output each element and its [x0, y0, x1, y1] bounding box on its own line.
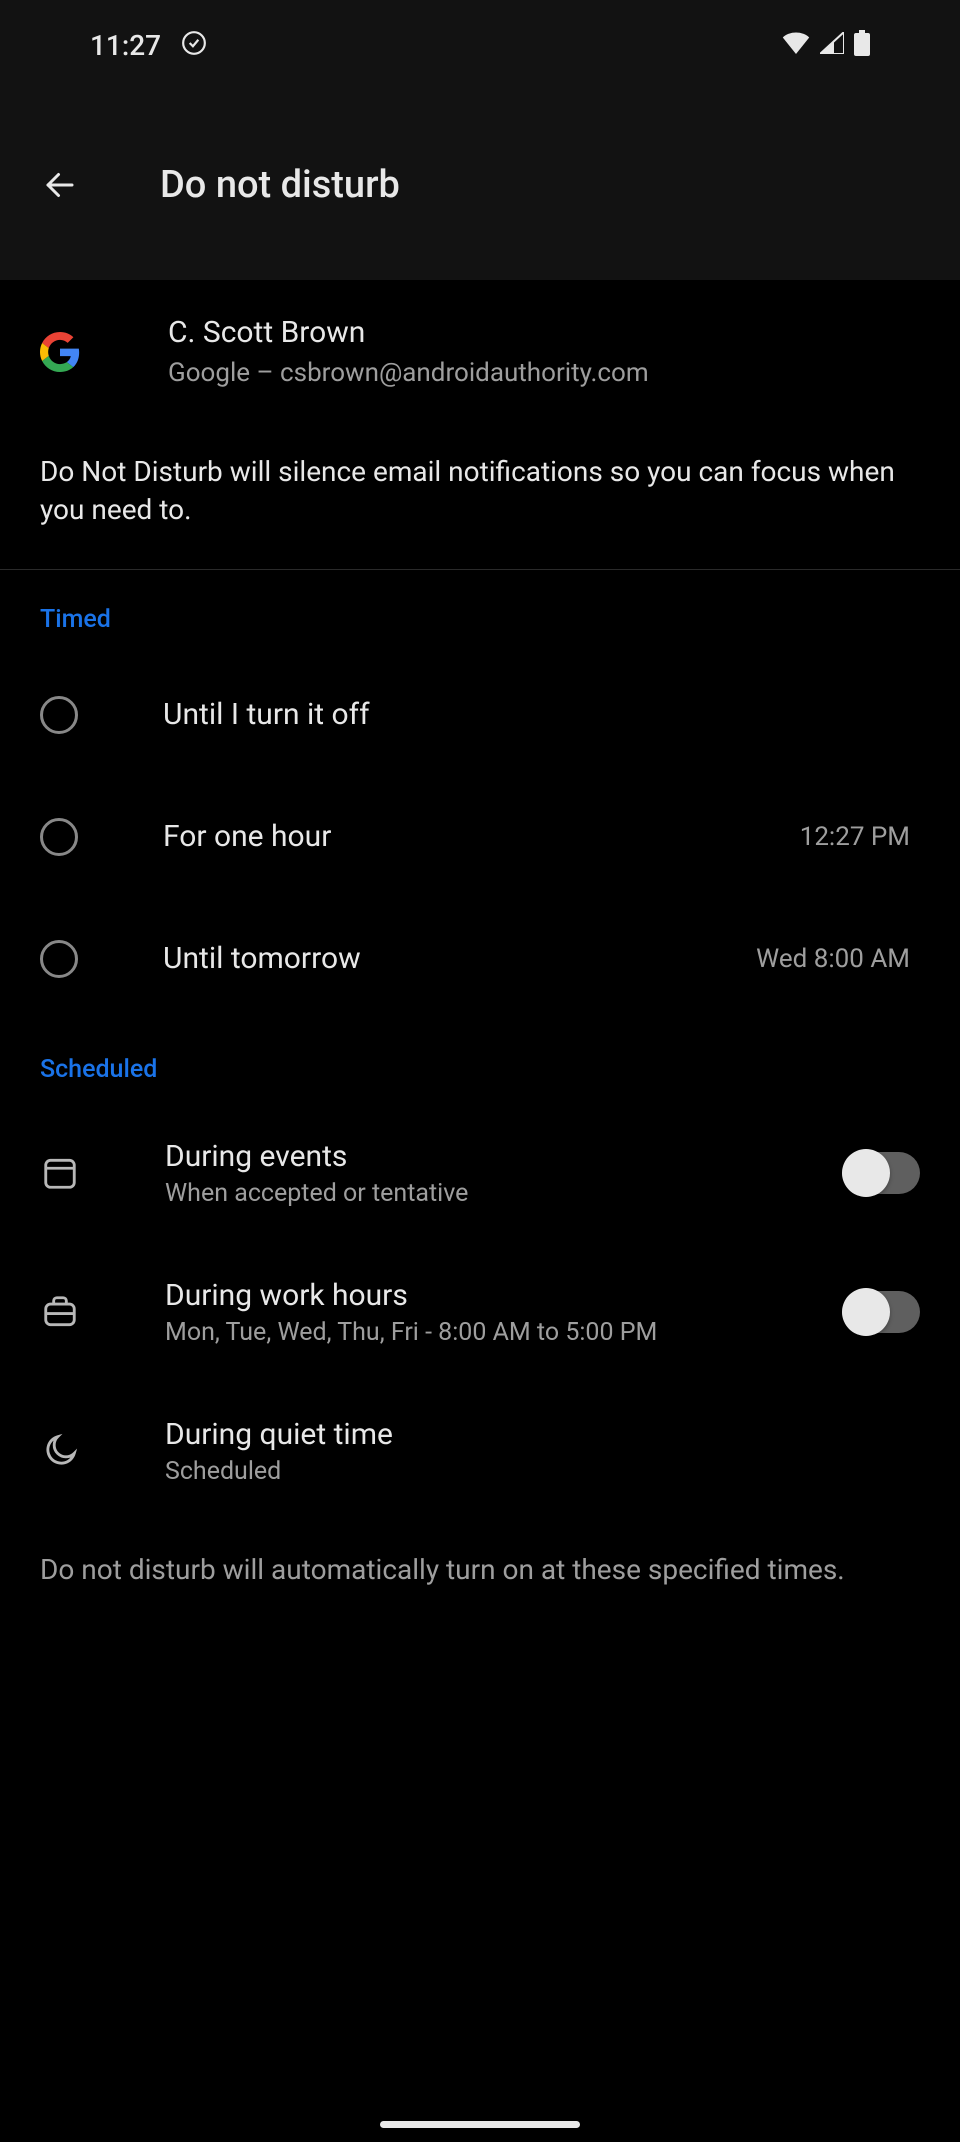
scheduled-option-work[interactable]: During work hours Mon, Tue, Wed, Thu, Fr…	[0, 1243, 960, 1382]
account-email: Google – csbrown@androidauthority.com	[168, 358, 649, 388]
radio-meta: 12:27 PM	[800, 822, 920, 852]
section-header-scheduled: Scheduled	[0, 1020, 960, 1104]
scheduled-option-events[interactable]: During events When accepted or tentative	[0, 1104, 960, 1243]
arrow-left-icon	[42, 167, 78, 203]
status-time: 11:27	[90, 29, 161, 62]
radio-icon	[40, 818, 78, 856]
radio-icon	[40, 696, 78, 734]
toggle-switch-events[interactable]	[842, 1152, 920, 1194]
radio-content: Until I turn it off	[163, 697, 920, 732]
radio-icon	[40, 940, 78, 978]
status-left: 11:27	[90, 29, 207, 62]
radio-label: Until I turn it off	[163, 697, 370, 732]
account-name: C. Scott Brown	[168, 315, 649, 350]
toggle-subtitle: Mon, Tue, Wed, Thu, Fri - 8:00 AM to 5:0…	[165, 1318, 757, 1347]
section-header-timed: Timed	[0, 570, 960, 654]
radio-content: Until tomorrow Wed 8:00 AM	[163, 941, 920, 976]
toggle-content: During quiet time Scheduled	[165, 1417, 920, 1486]
toggle-content: During work hours Mon, Tue, Wed, Thu, Fr…	[165, 1278, 757, 1347]
toggle-title: During quiet time	[165, 1417, 920, 1452]
status-bar: 11:27	[0, 0, 960, 90]
toggle-knob	[842, 1149, 890, 1197]
app-header: Do not disturb	[0, 90, 960, 280]
account-section[interactable]: C. Scott Brown Google – csbrown@androida…	[0, 280, 960, 423]
signal-icon	[820, 32, 844, 58]
nav-pill[interactable]	[380, 2121, 580, 2128]
calendar-icon	[40, 1153, 80, 1193]
radio-meta: Wed 8:00 AM	[756, 944, 920, 974]
scheduled-option-quiet[interactable]: During quiet time Scheduled	[0, 1382, 960, 1521]
radio-label: Until tomorrow	[163, 941, 361, 976]
radio-content: For one hour 12:27 PM	[163, 819, 920, 854]
account-info: C. Scott Brown Google – csbrown@androida…	[168, 315, 649, 388]
page-title: Do not disturb	[160, 163, 400, 207]
toggle-subtitle: Scheduled	[165, 1457, 920, 1486]
google-logo-icon	[40, 332, 80, 372]
radio-label: For one hour	[163, 819, 331, 854]
toggle-switch-work[interactable]	[842, 1291, 920, 1333]
radio-option-until-tomorrow[interactable]: Until tomorrow Wed 8:00 AM	[0, 898, 960, 1020]
dnd-status-icon	[181, 30, 207, 60]
toggle-title: During events	[165, 1139, 757, 1174]
toggle-content: During events When accepted or tentative	[165, 1139, 757, 1208]
radio-option-until-off[interactable]: Until I turn it off	[0, 654, 960, 776]
status-right	[782, 30, 870, 60]
battery-icon	[854, 30, 870, 60]
dnd-description: Do Not Disturb will silence email notifi…	[0, 423, 960, 569]
briefcase-icon	[40, 1292, 80, 1332]
toggle-title: During work hours	[165, 1278, 757, 1313]
toggle-subtitle: When accepted or tentative	[165, 1179, 757, 1208]
wifi-icon	[782, 32, 810, 58]
radio-option-one-hour[interactable]: For one hour 12:27 PM	[0, 776, 960, 898]
toggle-knob	[842, 1288, 890, 1336]
moon-icon	[40, 1431, 80, 1471]
schedule-description: Do not disturb will automatically turn o…	[0, 1521, 960, 1619]
back-button[interactable]	[40, 165, 80, 205]
